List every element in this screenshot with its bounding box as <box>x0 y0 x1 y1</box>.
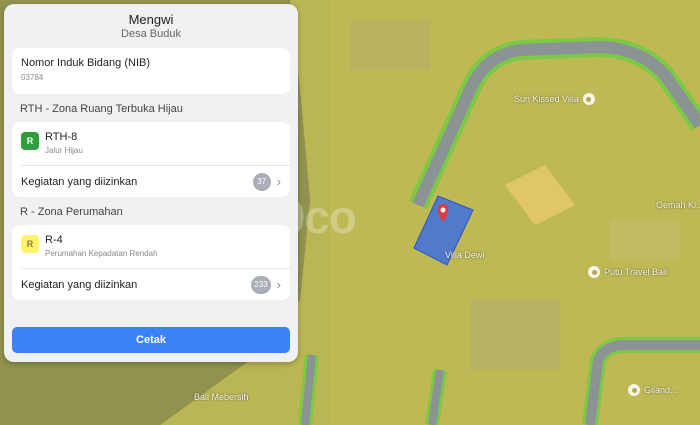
zone-section-title: RTH - Zona Ruang Terbuka Hijau <box>20 103 183 115</box>
panel-header: Mengwi Desa Buduk <box>12 4 290 48</box>
nib-card: Nomor Induk Bidang (NIB) 03784 <box>12 48 290 94</box>
poi-villa-dewi[interactable]: Villa Dewi <box>445 250 484 260</box>
allowed-activities-row[interactable]: Kegiatan yang diizinkan 37 › <box>12 166 290 197</box>
poi-label: Putu Travel Bali <box>604 267 668 277</box>
zone-description: Jalur Hijau <box>45 146 83 155</box>
activity-count-badge: 233 <box>251 275 271 294</box>
poi-label: Villa Dewi <box>445 250 485 260</box>
poi-label: Sun Kissed Villa <box>514 94 579 104</box>
zone-card-residential: R R-4 Perumahan Kepadatan Rendah Kegiata… <box>12 225 290 300</box>
poi-label: Bali Mebersih <box>194 392 249 402</box>
allowed-activities-label: Kegiatan yang diizinkan <box>21 175 138 188</box>
poi-bali-mebersih[interactable]: Bali Mebersih <box>194 392 249 402</box>
zone-badge: R <box>21 235 39 253</box>
poi-oemah-ki[interactable]: Oemah Ki... <box>656 200 700 210</box>
zone-code: R-4 <box>45 234 63 246</box>
activity-count-badge: 37 <box>252 172 271 191</box>
allowed-activities-row[interactable]: Kegiatan yang diizinkan 233 › <box>12 269 290 300</box>
poi-label: Giland... <box>644 385 678 395</box>
print-button[interactable]: Cetak <box>12 327 290 353</box>
zone-card-rth: R RTH-8 Jalur Hijau Kegiatan yang diizin… <box>12 122 290 197</box>
chevron-right-icon: › <box>276 277 281 292</box>
place-pin-icon <box>628 384 640 396</box>
chevron-right-icon: › <box>276 174 281 189</box>
zone-row: R RTH-8 Jalur Hijau <box>12 122 290 165</box>
panel-subtitle: Desa Buduk <box>121 28 181 40</box>
poi-putu-travel-bali[interactable]: Putu Travel Bali <box>588 266 667 278</box>
zone-badge: R <box>21 132 39 150</box>
zone-row: R R-4 Perumahan Kepadatan Rendah <box>12 225 290 268</box>
zone-code: RTH-8 <box>45 131 78 143</box>
panel-title: Mengwi <box>128 12 174 27</box>
allowed-activities-label: Kegiatan yang diizinkan <box>21 278 138 291</box>
place-pin-icon <box>588 266 600 278</box>
zone-section-title: R - Zona Perumahan <box>20 206 123 218</box>
poi-sun-kissed-villa[interactable]: Sun Kissed Villa <box>514 93 595 105</box>
parcel-info-panel: Mengwi Desa Buduk Nomor Induk Bidang (NI… <box>4 4 298 362</box>
place-pin-icon <box>582 93 595 105</box>
zone-description: Perumahan Kepadatan Rendah <box>45 249 158 258</box>
poi-label: Oemah Ki... <box>656 200 700 210</box>
poi-giland[interactable]: Giland... <box>628 384 678 396</box>
nib-label: Nomor Induk Bidang (NIB) <box>21 57 150 69</box>
nib-value: 03784 <box>21 73 44 82</box>
